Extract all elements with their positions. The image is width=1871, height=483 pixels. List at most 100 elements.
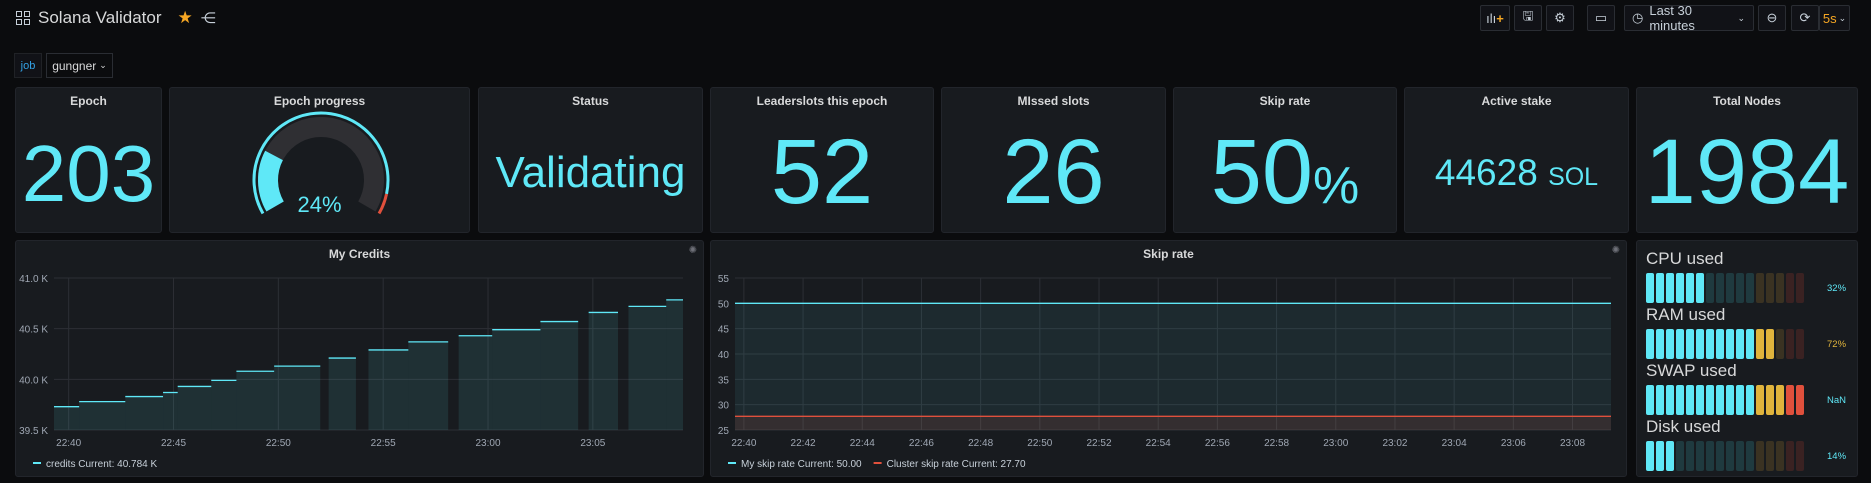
panel-skip-rate-stat: Skip rate 50% (1173, 87, 1397, 233)
skip-rate-chart[interactable]: 25 30 35 40 45 50 55 22:40 22:42 22:44 22:46 22:48 2… (711, 241, 1628, 478)
credits-area (368, 349, 409, 430)
gauge-cell (1715, 441, 1725, 471)
panel-missed-slots: MIssed slots 26 (941, 87, 1166, 233)
x-tick-label: 22:44 (850, 438, 875, 449)
chevron-down-icon: ⌄ (1838, 12, 1847, 23)
gauge-cell (1735, 385, 1745, 415)
resource-label: Disk used (1646, 417, 1721, 436)
legend-item: My skip rate Current: 50.00 (741, 459, 862, 470)
gauge-cell (1745, 385, 1755, 415)
resource-label: CPU used (1646, 249, 1724, 268)
gauge-cell (1795, 273, 1805, 303)
y-tick-label: 45 (718, 325, 730, 336)
gauge-cell (1646, 385, 1655, 415)
skip-rate-stat: 50% (1174, 120, 1396, 225)
chevron-down-icon: ⌄ (1737, 12, 1745, 23)
panel-title: Total Nodes (1713, 94, 1781, 108)
resource-bar-gauge (1646, 441, 1805, 471)
gauge-cell (1665, 273, 1675, 303)
gauge-cell (1775, 385, 1785, 415)
panel-epoch: Epoch 203 (15, 87, 162, 233)
gauge-cell (1675, 273, 1685, 303)
panel-skip-rate-graph: Skip rate ✺ 25 30 35 40 45 50 55 22:40 22:42 22:4… (710, 240, 1627, 477)
resource-bar-gauge (1646, 329, 1805, 359)
credits-area (458, 335, 493, 430)
dashboard-title-bar: Solana Validator ★ ⋲ (16, 8, 216, 28)
dashboard-grid-icon[interactable] (16, 11, 30, 25)
credits-area (274, 366, 321, 430)
panel-title: Epoch (70, 94, 107, 108)
gauge-cell (1785, 329, 1795, 359)
x-tick-label: 23:08 (1560, 438, 1585, 449)
refresh-interval-picker[interactable]: 5s ⌄ (1819, 5, 1850, 31)
gauge-cell (1775, 329, 1785, 359)
y-tick-label: 40 (718, 350, 730, 361)
x-tick-label: 23:04 (1442, 438, 1467, 449)
x-tick-label: 22:45 (161, 438, 186, 449)
y-tick-label: 39.5 K (19, 426, 48, 437)
save-icon: 🖫 (1522, 8, 1534, 23)
gauge-cell (1655, 273, 1665, 303)
legend-item: credits Current: 40.784 K (46, 459, 157, 470)
x-tick-label: 22:58 (1264, 438, 1289, 449)
gauge-cell (1745, 329, 1755, 359)
gauge-cell (1785, 385, 1795, 415)
time-range-picker[interactable]: ◷ Last 30 minutes ⌄ (1624, 3, 1754, 33)
credits-area (236, 371, 275, 430)
variable-label: job (14, 53, 42, 78)
x-tick-label: 23:00 (1323, 438, 1348, 449)
gauge-cell (1646, 329, 1655, 359)
panel-my-credits: My Credits ✺ 39.5 K 40.0 K 40.5 K 41.0 K 22:… (15, 240, 704, 477)
gauge-cell (1646, 273, 1655, 303)
save-button[interactable]: 🖫 (1514, 5, 1542, 31)
gauge-cell (1665, 441, 1675, 471)
panel-title: Leaderslots this epoch (756, 94, 888, 108)
gauge-cell (1685, 329, 1695, 359)
active-stake-value: 44628 (1434, 152, 1538, 193)
gauge-cell (1775, 273, 1785, 303)
star-icon[interactable]: ★ (178, 8, 193, 28)
gear-icon: ⚙ (1554, 10, 1566, 25)
credits-area (540, 321, 579, 430)
resource-value: 72% (1827, 339, 1847, 350)
refresh-button[interactable]: ⟳ (1791, 5, 1819, 31)
gauge-cell (1695, 329, 1705, 359)
gauge-cell (1725, 273, 1735, 303)
gauge-cell (1695, 385, 1705, 415)
credits-area (211, 380, 237, 430)
settings-button[interactable]: ⚙ (1546, 5, 1574, 31)
share-icon[interactable]: ⋲ (201, 9, 216, 27)
gauge-cell (1765, 441, 1775, 471)
missed-slots-value: 26 (1002, 121, 1105, 223)
clock-icon: ◷ (1632, 10, 1644, 25)
resource-label: SWAP used (1646, 361, 1737, 380)
x-tick-label: 22:56 (1205, 438, 1230, 449)
gauge-cell (1765, 385, 1775, 415)
job-variable-value: gungner (52, 58, 97, 73)
add-panel-button[interactable]: ılı+ (1480, 5, 1510, 31)
tv-mode-button[interactable]: ▭ (1587, 5, 1615, 31)
add-panel-icon: ılı+ (1486, 10, 1504, 26)
y-tick-label: 35 (718, 375, 730, 386)
dashboard-title[interactable]: Solana Validator (38, 8, 162, 28)
y-tick-label: 55 (718, 274, 730, 285)
y-tick-label: 40.0 K (19, 375, 48, 386)
gauge-cell (1745, 441, 1755, 471)
x-tick-label: 22:55 (371, 438, 396, 449)
gauge-cell (1685, 273, 1695, 303)
zoom-out-button[interactable]: ⊖ (1758, 5, 1786, 31)
y-tick-label: 41.0 K (19, 274, 48, 285)
gauge-cell (1685, 441, 1695, 471)
y-tick-label: 40.5 K (19, 325, 48, 336)
zoom-out-icon: ⊖ (1766, 10, 1778, 25)
x-tick-label: 23:06 (1501, 438, 1526, 449)
x-tick-label: 22:40 (731, 438, 756, 449)
monitor-icon: ▭ (1594, 10, 1608, 25)
gauge-cell (1735, 273, 1745, 303)
gauge-cell (1705, 441, 1715, 471)
credits-chart[interactable]: 39.5 K 40.0 K 40.5 K 41.0 K 22:40 22:45 22:50 2… (16, 241, 705, 478)
panel-title: Status (572, 94, 609, 108)
epoch-progress-value: 24% (297, 192, 342, 217)
job-variable-select[interactable]: gungner ⌄ (46, 53, 113, 78)
resource-bar-gauge (1646, 273, 1805, 303)
